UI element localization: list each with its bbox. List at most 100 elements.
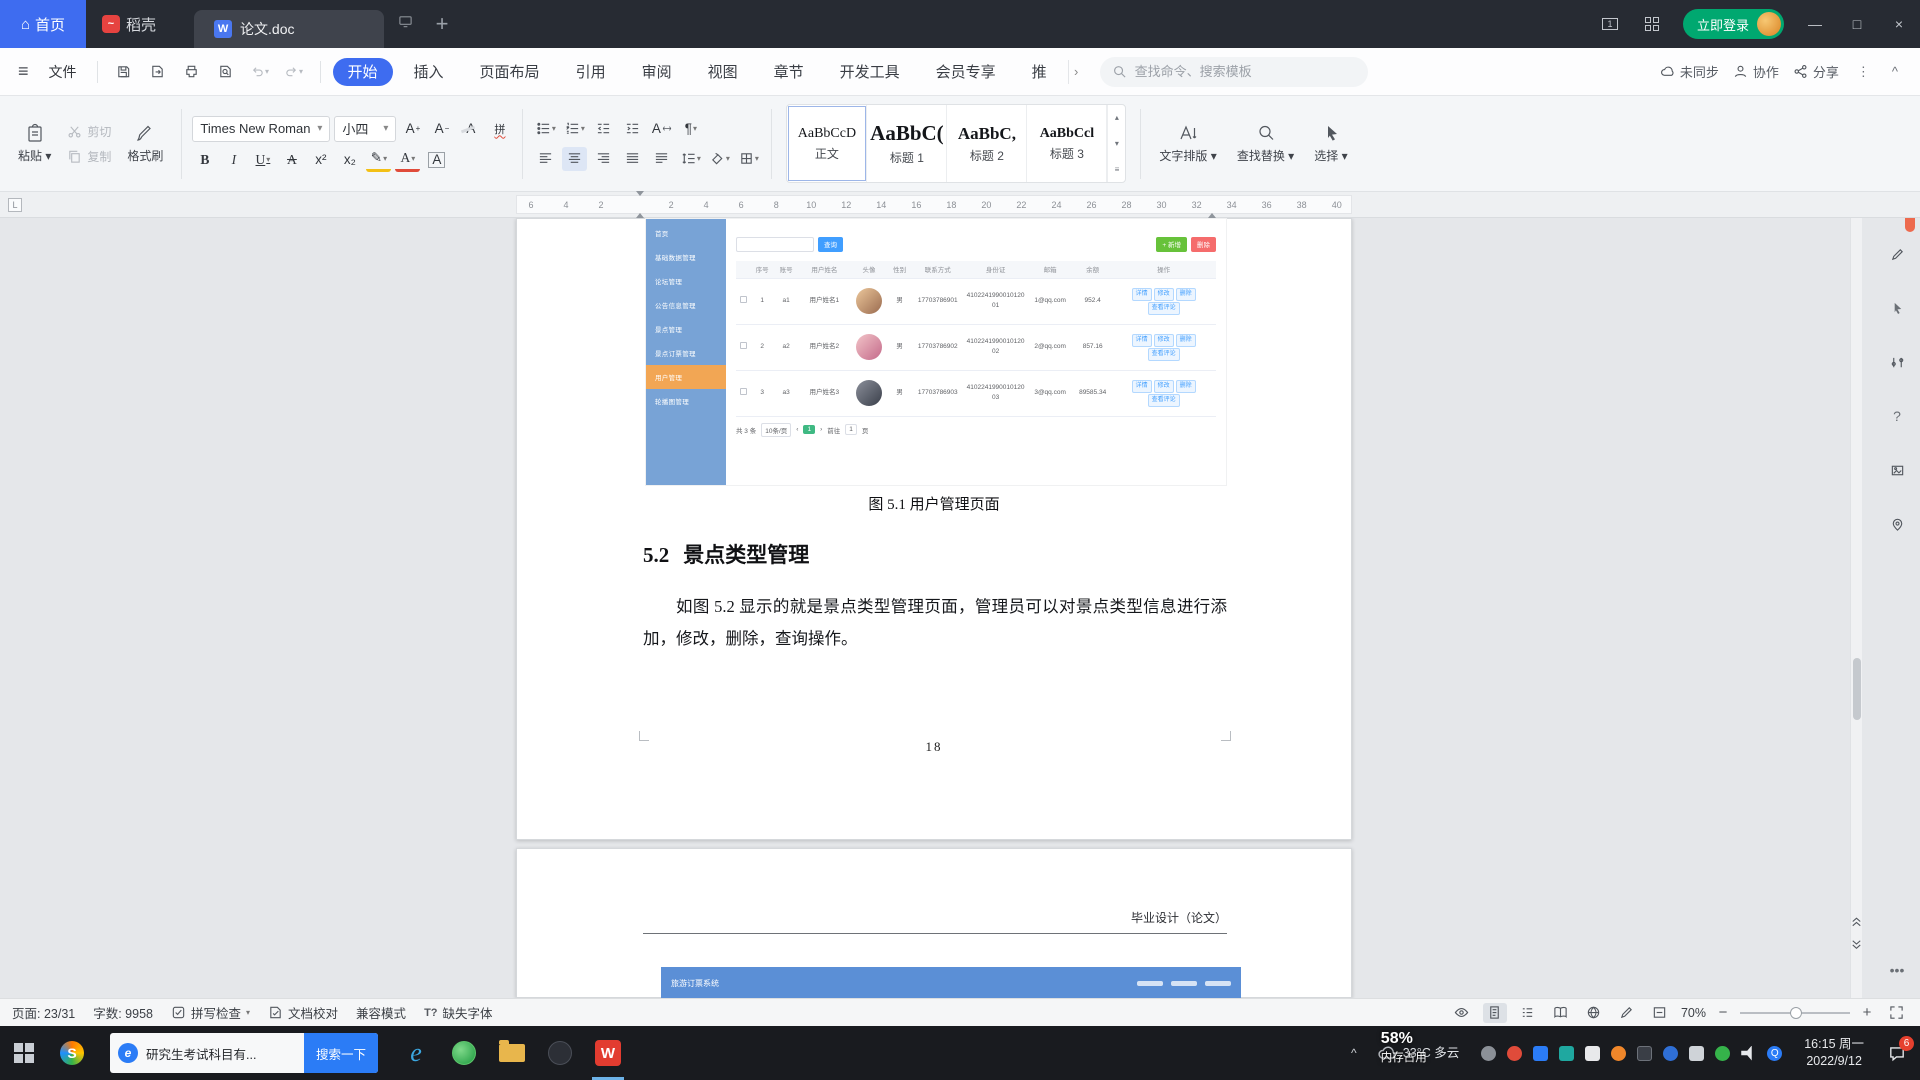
- redo-button[interactable]: ▾: [280, 58, 308, 86]
- start-button[interactable]: [0, 1026, 48, 1080]
- show-marks-button[interactable]: ¶▾: [678, 117, 703, 141]
- copy-button[interactable]: 复制: [63, 148, 115, 165]
- tray-icon-cloud[interactable]: [1481, 1046, 1496, 1061]
- new-tab-button[interactable]: +: [427, 11, 457, 37]
- shrink-font-button[interactable]: A−: [429, 117, 454, 141]
- bold-button[interactable]: B: [192, 148, 217, 172]
- ie-browser-icon[interactable]: e: [392, 1026, 440, 1080]
- word-count[interactable]: 字数: 9958: [93, 1003, 153, 1022]
- superscript-button[interactable]: x²: [308, 148, 333, 172]
- switch-window-icon[interactable]: 1: [1589, 0, 1631, 48]
- zoom-in-button[interactable]: +: [1859, 1004, 1875, 1021]
- sync-status[interactable]: 未同步: [1660, 62, 1719, 81]
- clear-format-button[interactable]: A: [458, 117, 483, 141]
- green-browser-icon[interactable]: [440, 1026, 488, 1080]
- file-explorer-icon[interactable]: [488, 1026, 536, 1080]
- compat-mode-label[interactable]: 兼容模式: [356, 1003, 406, 1022]
- help-icon[interactable]: ?: [1883, 402, 1911, 430]
- ribbon-tab-review[interactable]: 审阅: [627, 58, 687, 86]
- eye-protect-icon[interactable]: [1450, 1003, 1474, 1023]
- italic-button[interactable]: I: [221, 148, 246, 172]
- output-button[interactable]: [144, 58, 172, 86]
- figure-user-management-screenshot[interactable]: 首页基础数据管理论坛管理公告信息管理景点管理景点订票管理用户管理轮播图管理 查询…: [646, 219, 1226, 485]
- zoom-out-button[interactable]: −: [1715, 1004, 1731, 1021]
- ink-pen-icon[interactable]: [1615, 1003, 1639, 1023]
- ribbon-tab-member[interactable]: 会员专享: [921, 58, 1011, 86]
- text-typeset-button[interactable]: 文字排版 ▾: [1151, 102, 1224, 185]
- document-page-1[interactable]: 首页基础数据管理论坛管理公告信息管理景点管理景点订票管理用户管理轮播图管理 查询…: [516, 218, 1352, 840]
- right-indent-marker[interactable]: [1208, 196, 1216, 214]
- highlight-color-button[interactable]: ✎▾: [366, 148, 391, 172]
- zoom-slider[interactable]: [1740, 1012, 1850, 1014]
- numbered-list-button[interactable]: ▾: [562, 117, 587, 141]
- save-button[interactable]: [110, 58, 138, 86]
- doc-proof-button[interactable]: 文档校对: [268, 1003, 338, 1022]
- char-border-button[interactable]: A: [424, 148, 449, 172]
- style-heading2[interactable]: AaBbC, 标题 2: [947, 105, 1027, 182]
- underline-button[interactable]: U▾: [250, 148, 275, 172]
- paste-button[interactable]: 粘贴 ▾: [10, 102, 59, 185]
- strikethrough-button[interactable]: A: [279, 148, 304, 172]
- justify-button[interactable]: [620, 147, 645, 171]
- document-page-2[interactable]: 毕业设计（论文） 旅游订票系统: [516, 848, 1352, 998]
- tabs-overflow-chevron[interactable]: ›: [1068, 60, 1084, 84]
- dark-app-icon[interactable]: [536, 1026, 584, 1080]
- subscript-button[interactable]: x₂: [337, 148, 362, 172]
- web-view-icon[interactable]: [1582, 1003, 1606, 1023]
- apps-grid-icon[interactable]: [1631, 0, 1673, 48]
- notification-center-button[interactable]: 6: [1874, 1026, 1920, 1080]
- tray-icon-red[interactable]: [1507, 1046, 1522, 1061]
- cut-button[interactable]: 剪切: [63, 123, 115, 140]
- align-right-button[interactable]: [591, 147, 616, 171]
- style-normal[interactable]: AaBbCcD 正文: [787, 105, 867, 182]
- find-replace-button[interactable]: 查找替换 ▾: [1229, 102, 1302, 185]
- zoom-value[interactable]: 70%: [1681, 1006, 1706, 1020]
- left-indent-marker[interactable]: [636, 196, 644, 214]
- char-scale-button[interactable]: A: [649, 117, 674, 141]
- collapse-ribbon-icon[interactable]: ^: [1888, 64, 1902, 79]
- file-menu[interactable]: 文件: [41, 62, 85, 82]
- style-heading1[interactable]: AaBbC( 标题 1: [867, 105, 947, 182]
- pinyin-guide-button[interactable]: 拼: [487, 117, 512, 141]
- tray-icon-green[interactable]: [1715, 1046, 1730, 1061]
- format-painter-button[interactable]: 格式刷: [119, 102, 171, 185]
- more-dots-icon[interactable]: •••: [1883, 956, 1911, 984]
- share-button[interactable]: 分享: [1793, 62, 1839, 81]
- shading-button[interactable]: ▾: [707, 147, 732, 171]
- previous-page-button[interactable]: [1849, 914, 1864, 929]
- tray-icon-q[interactable]: Q: [1767, 1046, 1782, 1061]
- font-size-select[interactable]: 小四▾: [334, 116, 396, 142]
- grow-font-button[interactable]: A+: [400, 117, 425, 141]
- distribute-button[interactable]: [649, 147, 674, 171]
- ribbon-tab-section[interactable]: 章节: [759, 58, 819, 86]
- wps-app-icon[interactable]: W: [584, 1026, 632, 1080]
- zoom-slider-thumb[interactable]: [1790, 1007, 1802, 1019]
- adjust-slider-icon[interactable]: [1883, 348, 1911, 376]
- volume-icon[interactable]: [1741, 1046, 1756, 1061]
- tray-icon-shield[interactable]: [1559, 1046, 1574, 1061]
- print-preview-button[interactable]: [212, 58, 240, 86]
- ribbon-tab-references[interactable]: 引用: [561, 58, 621, 86]
- bullet-list-button[interactable]: ▾: [533, 117, 558, 141]
- login-button[interactable]: 立即登录: [1683, 9, 1784, 39]
- font-name-select[interactable]: Times New Roman▾: [192, 116, 330, 142]
- taskbar-search-widget[interactable]: e 研究生考试科目有... 搜索一下: [110, 1033, 378, 1073]
- hamburger-icon[interactable]: ≡: [12, 61, 35, 82]
- tray-icon-bluetooth[interactable]: [1663, 1046, 1678, 1061]
- page-view-icon[interactable]: [1483, 1003, 1507, 1023]
- ribbon-tab-view[interactable]: 视图: [693, 58, 753, 86]
- vertical-scrollbar[interactable]: [1850, 218, 1862, 998]
- decrease-indent-button[interactable]: [591, 117, 616, 141]
- taskbar-clock[interactable]: 16:15 周一 2022/9/12: [1794, 1036, 1874, 1070]
- close-button[interactable]: ×: [1878, 0, 1920, 48]
- align-center-button[interactable]: [562, 147, 587, 171]
- ribbon-tab-insert[interactable]: 插入: [399, 58, 459, 86]
- location-pin-icon[interactable]: [1883, 510, 1911, 538]
- styles-down-button[interactable]: ▾: [1107, 131, 1125, 157]
- tab-docer[interactable]: ~ 稻壳: [86, 0, 172, 48]
- tab-home[interactable]: ⌂ 首页: [0, 0, 86, 48]
- select-button[interactable]: 选择 ▾: [1306, 102, 1355, 185]
- styles-up-button[interactable]: ▴: [1107, 105, 1125, 131]
- document-tab[interactable]: W 论文.doc: [194, 10, 384, 48]
- ribbon-tab-page-layout[interactable]: 页面布局: [465, 58, 555, 86]
